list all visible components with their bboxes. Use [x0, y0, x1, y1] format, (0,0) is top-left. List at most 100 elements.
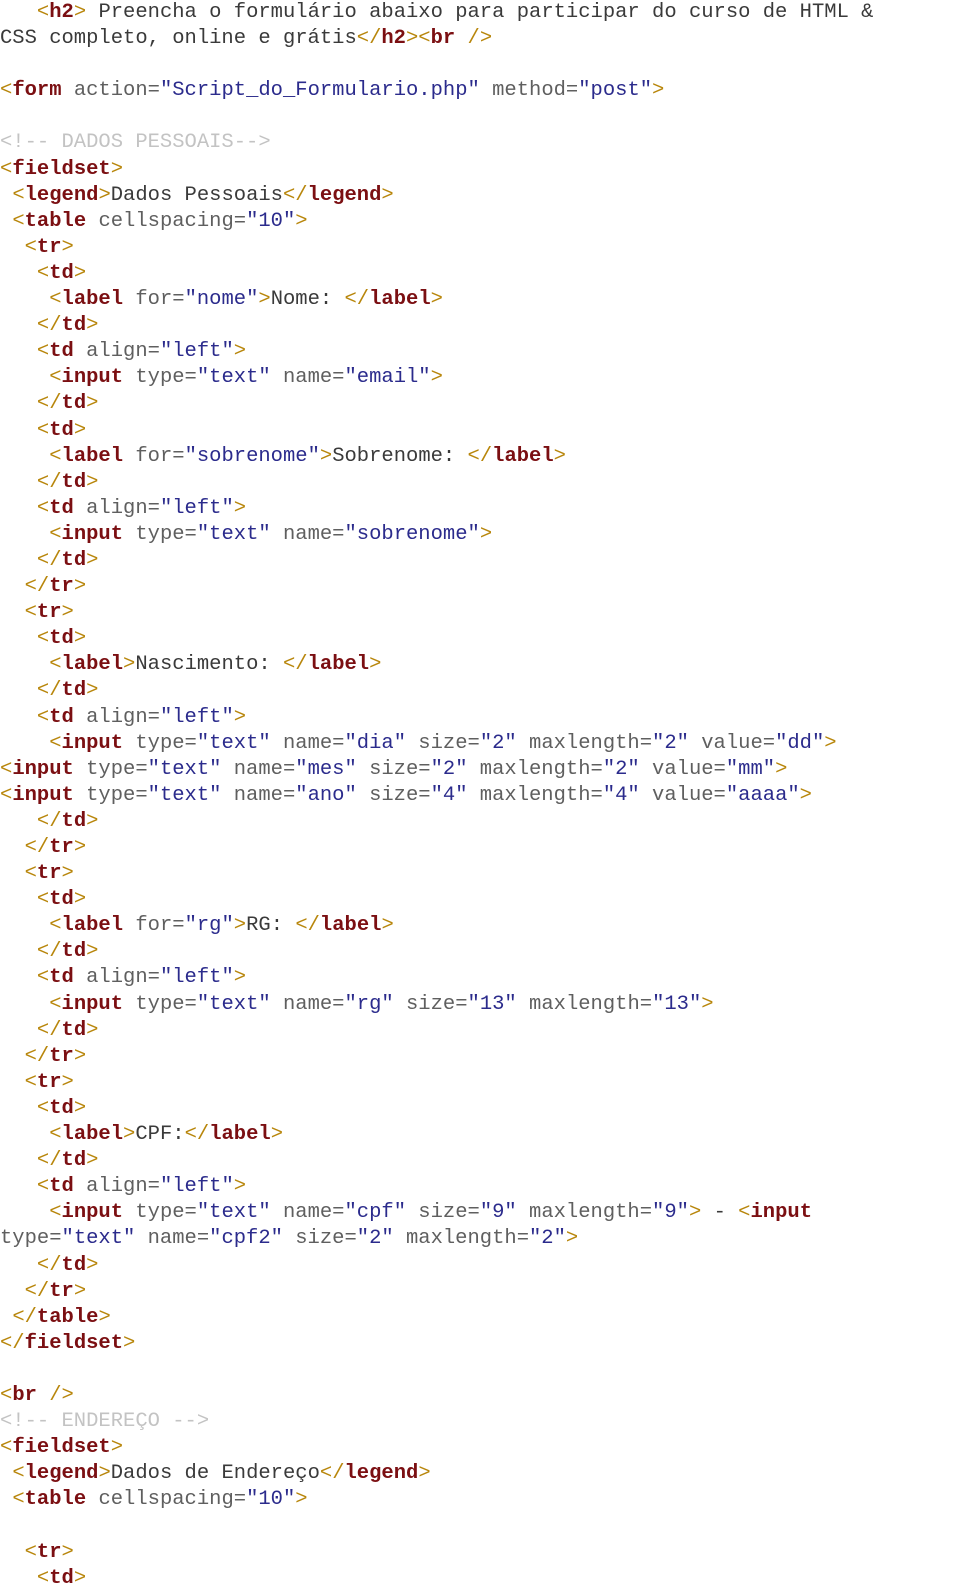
code-line: <input type="text" name="dia" size="2" m… [0, 731, 960, 757]
code-token-bracket: < [0, 79, 13, 103]
code-token-tag: label [209, 1123, 271, 1147]
code-line: <input type="text" name="rg" size="13" m… [0, 992, 960, 1018]
code-token-text: RG: [246, 914, 296, 938]
code-token-attr: type= [0, 1227, 62, 1251]
code-token-attr: method= [479, 79, 579, 103]
code-token-bracket: > [86, 679, 99, 703]
code-token-tag: input [61, 1201, 124, 1225]
code-token-bracket: > [86, 1253, 99, 1277]
code-token-tag: label [369, 288, 431, 312]
code-line: </td> [0, 939, 960, 965]
code-token-bracket: > [479, 522, 493, 546]
code-token-bracket: < [49, 366, 62, 390]
code-token-tag: fieldset [12, 157, 111, 181]
code-line: </tr> [0, 574, 960, 600]
code-token-attr: type= [73, 757, 148, 781]
code-token-bracket: > [405, 27, 419, 51]
code-line: </td> [0, 809, 960, 835]
code-token-bracket: > [799, 783, 812, 807]
code-token-tag: input [61, 992, 124, 1016]
code-line: </fieldset> [0, 1331, 960, 1357]
code-token-bracket: > [61, 1540, 74, 1564]
code-token-tag: td [61, 1253, 87, 1277]
code-token-val: "text" [147, 757, 222, 781]
code-line: <input type="text" name="mes" size="2" m… [0, 757, 960, 783]
code-token-val: "left" [159, 1175, 234, 1199]
code-token-bracket: > [73, 575, 87, 599]
code-token-val: "Script_do_Formulario.php" [159, 79, 480, 103]
code-token-text: - [701, 1201, 739, 1225]
code-line: <legend>Dados de Endereço</legend> [0, 1461, 960, 1487]
code-token-bracket: < [24, 1540, 37, 1564]
code-token-bracket: > [73, 261, 87, 285]
code-token-tag: label [61, 288, 124, 312]
code-line: <h2> Preencha o formulário abaixo para p… [0, 0, 960, 26]
code-token-val: "text" [196, 1201, 271, 1225]
code-token-bracket: > [233, 340, 247, 364]
code-token-val: "9" [652, 1201, 689, 1225]
code-token-bracket: > [688, 1201, 702, 1225]
code-token-bracket: > [73, 627, 87, 651]
code-token-attr: name= [270, 731, 345, 755]
code-token-tag: legend [24, 183, 99, 207]
code-token-text: CPF: [135, 1123, 185, 1147]
code-line: <td> [0, 626, 960, 652]
code-line: <td> [0, 261, 960, 287]
code-token-bracket: > [110, 157, 124, 181]
code-token-tag: tr [36, 1070, 62, 1094]
code-token-val: "text" [196, 992, 271, 1016]
code-token-attr: name= [270, 992, 345, 1016]
code-token-bracket: > [775, 757, 788, 781]
code-token-bracket: < [49, 1123, 62, 1147]
code-token-bracket: > [61, 235, 74, 259]
code-token-text: Dados Pessoais [110, 183, 283, 207]
code-token-bracket: </ [24, 1279, 50, 1303]
code-token-tag: label [61, 1123, 124, 1147]
code-line: </td> [0, 313, 960, 339]
code-token-tag: td [49, 261, 74, 285]
code-token-tag: td [61, 940, 87, 964]
code-token-bracket: > [295, 1488, 308, 1512]
code-line: <form action="Script_do_Formulario.php" … [0, 78, 960, 104]
code-token-attr: for= [123, 288, 185, 312]
code-token-val: "2" [430, 757, 468, 781]
code-line: </table> [0, 1305, 960, 1331]
code-token-val: "2" [652, 731, 689, 755]
code-token-tag: td [61, 1018, 87, 1042]
code-line: </td> [0, 1253, 960, 1279]
code-token-tag: td [49, 340, 74, 364]
code-token-val: "10" [246, 209, 296, 233]
code-line: <td align="left"> [0, 965, 960, 991]
code-token-bracket: > [86, 314, 99, 338]
code-token-tag: td [49, 1096, 74, 1120]
code-token-bracket: /> [455, 27, 493, 51]
code-token-attr: type= [123, 731, 197, 755]
code-token-comment: <!-- ENDEREÇO --> [0, 1410, 210, 1434]
code-token-tag: label [492, 444, 554, 468]
code-token-bracket: </ [36, 679, 62, 703]
code-token-bracket: </ [24, 1044, 50, 1068]
code-token-val: "email" [344, 366, 431, 390]
code-token-bracket: > [258, 288, 271, 312]
code-token-val: "text" [61, 1227, 136, 1251]
code-token-bracket: < [0, 783, 13, 807]
code-token-tag: input [61, 366, 124, 390]
code-token-tag: td [49, 888, 74, 912]
code-line: <td> [0, 1566, 960, 1592]
code-token-bracket: > [73, 836, 87, 859]
code-token-bracket: > [86, 470, 99, 494]
code-token-attr: size= [356, 757, 431, 781]
code-line: <label for="sobrenome">Sobrenome: </labe… [0, 444, 960, 470]
